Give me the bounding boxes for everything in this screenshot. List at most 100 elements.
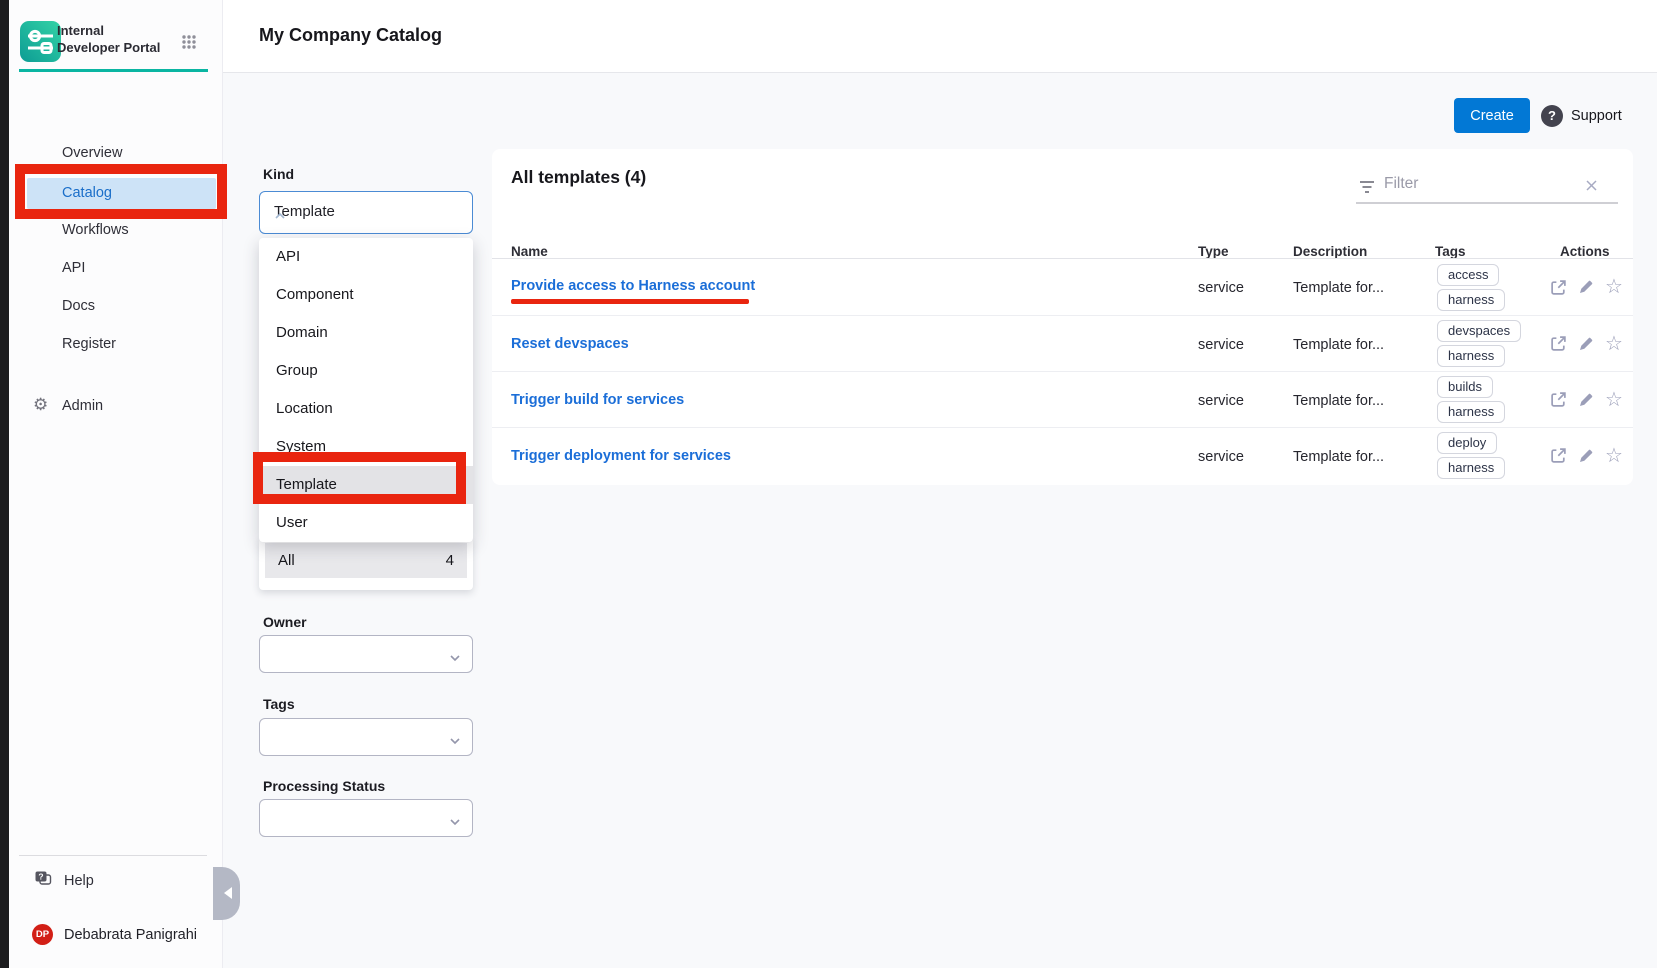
tags-select[interactable]	[259, 718, 473, 756]
row-tags: deploy harness	[1437, 428, 1505, 483]
star-icon[interactable]: ☆	[1605, 334, 1623, 354]
open-in-new-icon[interactable]	[1550, 279, 1567, 296]
column-actions: Actions	[1560, 244, 1610, 259]
row-type: service	[1198, 449, 1244, 465]
svg-text:?: ?	[38, 872, 43, 882]
kind-all-count: 4	[446, 552, 454, 569]
chevron-left-icon	[224, 887, 232, 899]
row-description: Template for...	[1293, 449, 1384, 465]
kind-all-row[interactable]: All 4	[265, 543, 467, 578]
tag-chip: harness	[1437, 289, 1505, 311]
kind-count-card: All 4	[259, 538, 473, 590]
row-tags: builds harness	[1437, 372, 1505, 427]
sidebar-item-api[interactable]: API	[9, 250, 223, 287]
kind-option-group[interactable]: Group	[259, 352, 473, 390]
create-button[interactable]: Create	[1454, 98, 1530, 133]
kind-option-template[interactable]: Template	[259, 466, 473, 504]
sidebar-item-docs[interactable]: Docs	[9, 288, 223, 325]
table-row: Trigger deployment for services service …	[492, 427, 1633, 483]
edit-pencil-icon[interactable]	[1578, 392, 1594, 408]
kind-option-location[interactable]: Location	[259, 390, 473, 428]
sidebar: Internal Developer Portal Search Over	[9, 0, 223, 968]
row-tags: access harness	[1437, 259, 1505, 315]
kind-option-system[interactable]: System	[259, 428, 473, 466]
sidebar-item-register[interactable]: Register	[9, 326, 223, 363]
gear-icon: ⚙	[33, 395, 48, 415]
tag-chip: devspaces	[1437, 320, 1521, 342]
template-link[interactable]: Provide access to Harness account	[511, 278, 755, 294]
clear-filter-icon[interactable]	[1584, 178, 1599, 198]
template-link[interactable]: Reset devspaces	[511, 336, 629, 352]
page-header: My Company Catalog	[223, 0, 1657, 73]
question-circle-icon: ?	[1541, 105, 1563, 127]
chevron-up-icon	[274, 208, 462, 225]
row-actions: ☆	[1550, 259, 1623, 315]
tag-chip: deploy	[1437, 432, 1497, 454]
column-tags: Tags	[1435, 244, 1466, 259]
sidebar-item-search[interactable]: Search	[9, 92, 223, 120]
row-actions: ☆	[1550, 316, 1623, 371]
star-icon[interactable]: ☆	[1605, 390, 1623, 410]
portal-title: Internal Developer Portal	[57, 23, 167, 57]
processing-status-label: Processing Status	[263, 778, 385, 794]
support-button[interactable]: ? Support	[1541, 104, 1622, 127]
page-title: My Company Catalog	[259, 25, 442, 46]
tag-chip: builds	[1437, 376, 1493, 398]
user-name: Debabrata Panigrahi	[64, 927, 197, 943]
filter-funnel-icon	[1358, 179, 1376, 200]
tag-chip: harness	[1437, 401, 1505, 423]
column-type: Type	[1198, 244, 1229, 259]
column-description: Description	[1293, 244, 1367, 259]
star-icon[interactable]: ☆	[1605, 446, 1623, 466]
row-actions: ☆	[1550, 372, 1623, 427]
window-edge	[0, 0, 9, 968]
sidebar-collapse-handle[interactable]	[213, 867, 240, 920]
templates-heading: All templates (4)	[511, 167, 646, 188]
kind-option-api[interactable]: API	[259, 238, 473, 276]
portal-logo-icon	[20, 21, 61, 62]
edit-pencil-icon[interactable]	[1578, 279, 1594, 295]
owner-label: Owner	[263, 614, 307, 630]
processing-status-select[interactable]	[259, 799, 473, 837]
row-description: Template for...	[1293, 393, 1384, 409]
column-name: Name	[511, 244, 548, 259]
app-switcher-icon[interactable]	[181, 34, 197, 55]
table-row: Provide access to Harness account servic…	[492, 258, 1633, 315]
user-menu[interactable]: DP Debabrata Panigrahi	[9, 920, 223, 950]
brand-divider	[19, 69, 208, 72]
row-actions: ☆	[1550, 428, 1623, 483]
filter-input[interactable]	[1382, 174, 1562, 194]
star-icon[interactable]: ☆	[1605, 277, 1623, 297]
main-area: Create ? Support Kind Template API Compo…	[223, 73, 1657, 968]
table-row: Reset devspaces service Template for... …	[492, 315, 1633, 371]
kind-option-user[interactable]: User	[259, 504, 473, 542]
app-window: Internal Developer Portal Search Over	[0, 0, 1657, 968]
kind-option-component[interactable]: Component	[259, 276, 473, 314]
row-description: Template for...	[1293, 337, 1384, 353]
template-link[interactable]: Trigger deployment for services	[511, 448, 731, 464]
sidebar-divider	[19, 855, 207, 856]
sidebar-item-help[interactable]: ? Help	[9, 866, 223, 896]
kind-label: Kind	[263, 166, 294, 182]
kind-option-domain[interactable]: Domain	[259, 314, 473, 352]
template-link[interactable]: Trigger build for services	[511, 392, 684, 408]
kind-dropdown: API Component Domain Group Location Syst…	[259, 238, 473, 542]
tag-chip: access	[1437, 264, 1499, 286]
sidebar-item-overview[interactable]: Overview	[9, 135, 223, 172]
chevron-down-icon	[449, 733, 461, 751]
owner-select[interactable]	[259, 635, 473, 673]
open-in-new-icon[interactable]	[1550, 391, 1567, 408]
open-in-new-icon[interactable]	[1550, 335, 1567, 352]
kind-select[interactable]: Template	[259, 191, 473, 234]
tag-chip: harness	[1437, 345, 1505, 367]
edit-pencil-icon[interactable]	[1578, 336, 1594, 352]
sidebar-item-catalog[interactable]: Catalog	[27, 178, 216, 209]
tag-chip: harness	[1437, 457, 1505, 479]
table-row: Trigger build for services service Templ…	[492, 371, 1633, 427]
sidebar-item-workflows[interactable]: Workflows	[9, 212, 223, 249]
edit-pencil-icon[interactable]	[1578, 448, 1594, 464]
sidebar-item-admin[interactable]: ⚙ Admin	[9, 390, 223, 422]
templates-card: All templates (4)	[492, 149, 1633, 485]
open-in-new-icon[interactable]	[1550, 447, 1567, 464]
help-chat-icon: ?	[34, 870, 53, 894]
